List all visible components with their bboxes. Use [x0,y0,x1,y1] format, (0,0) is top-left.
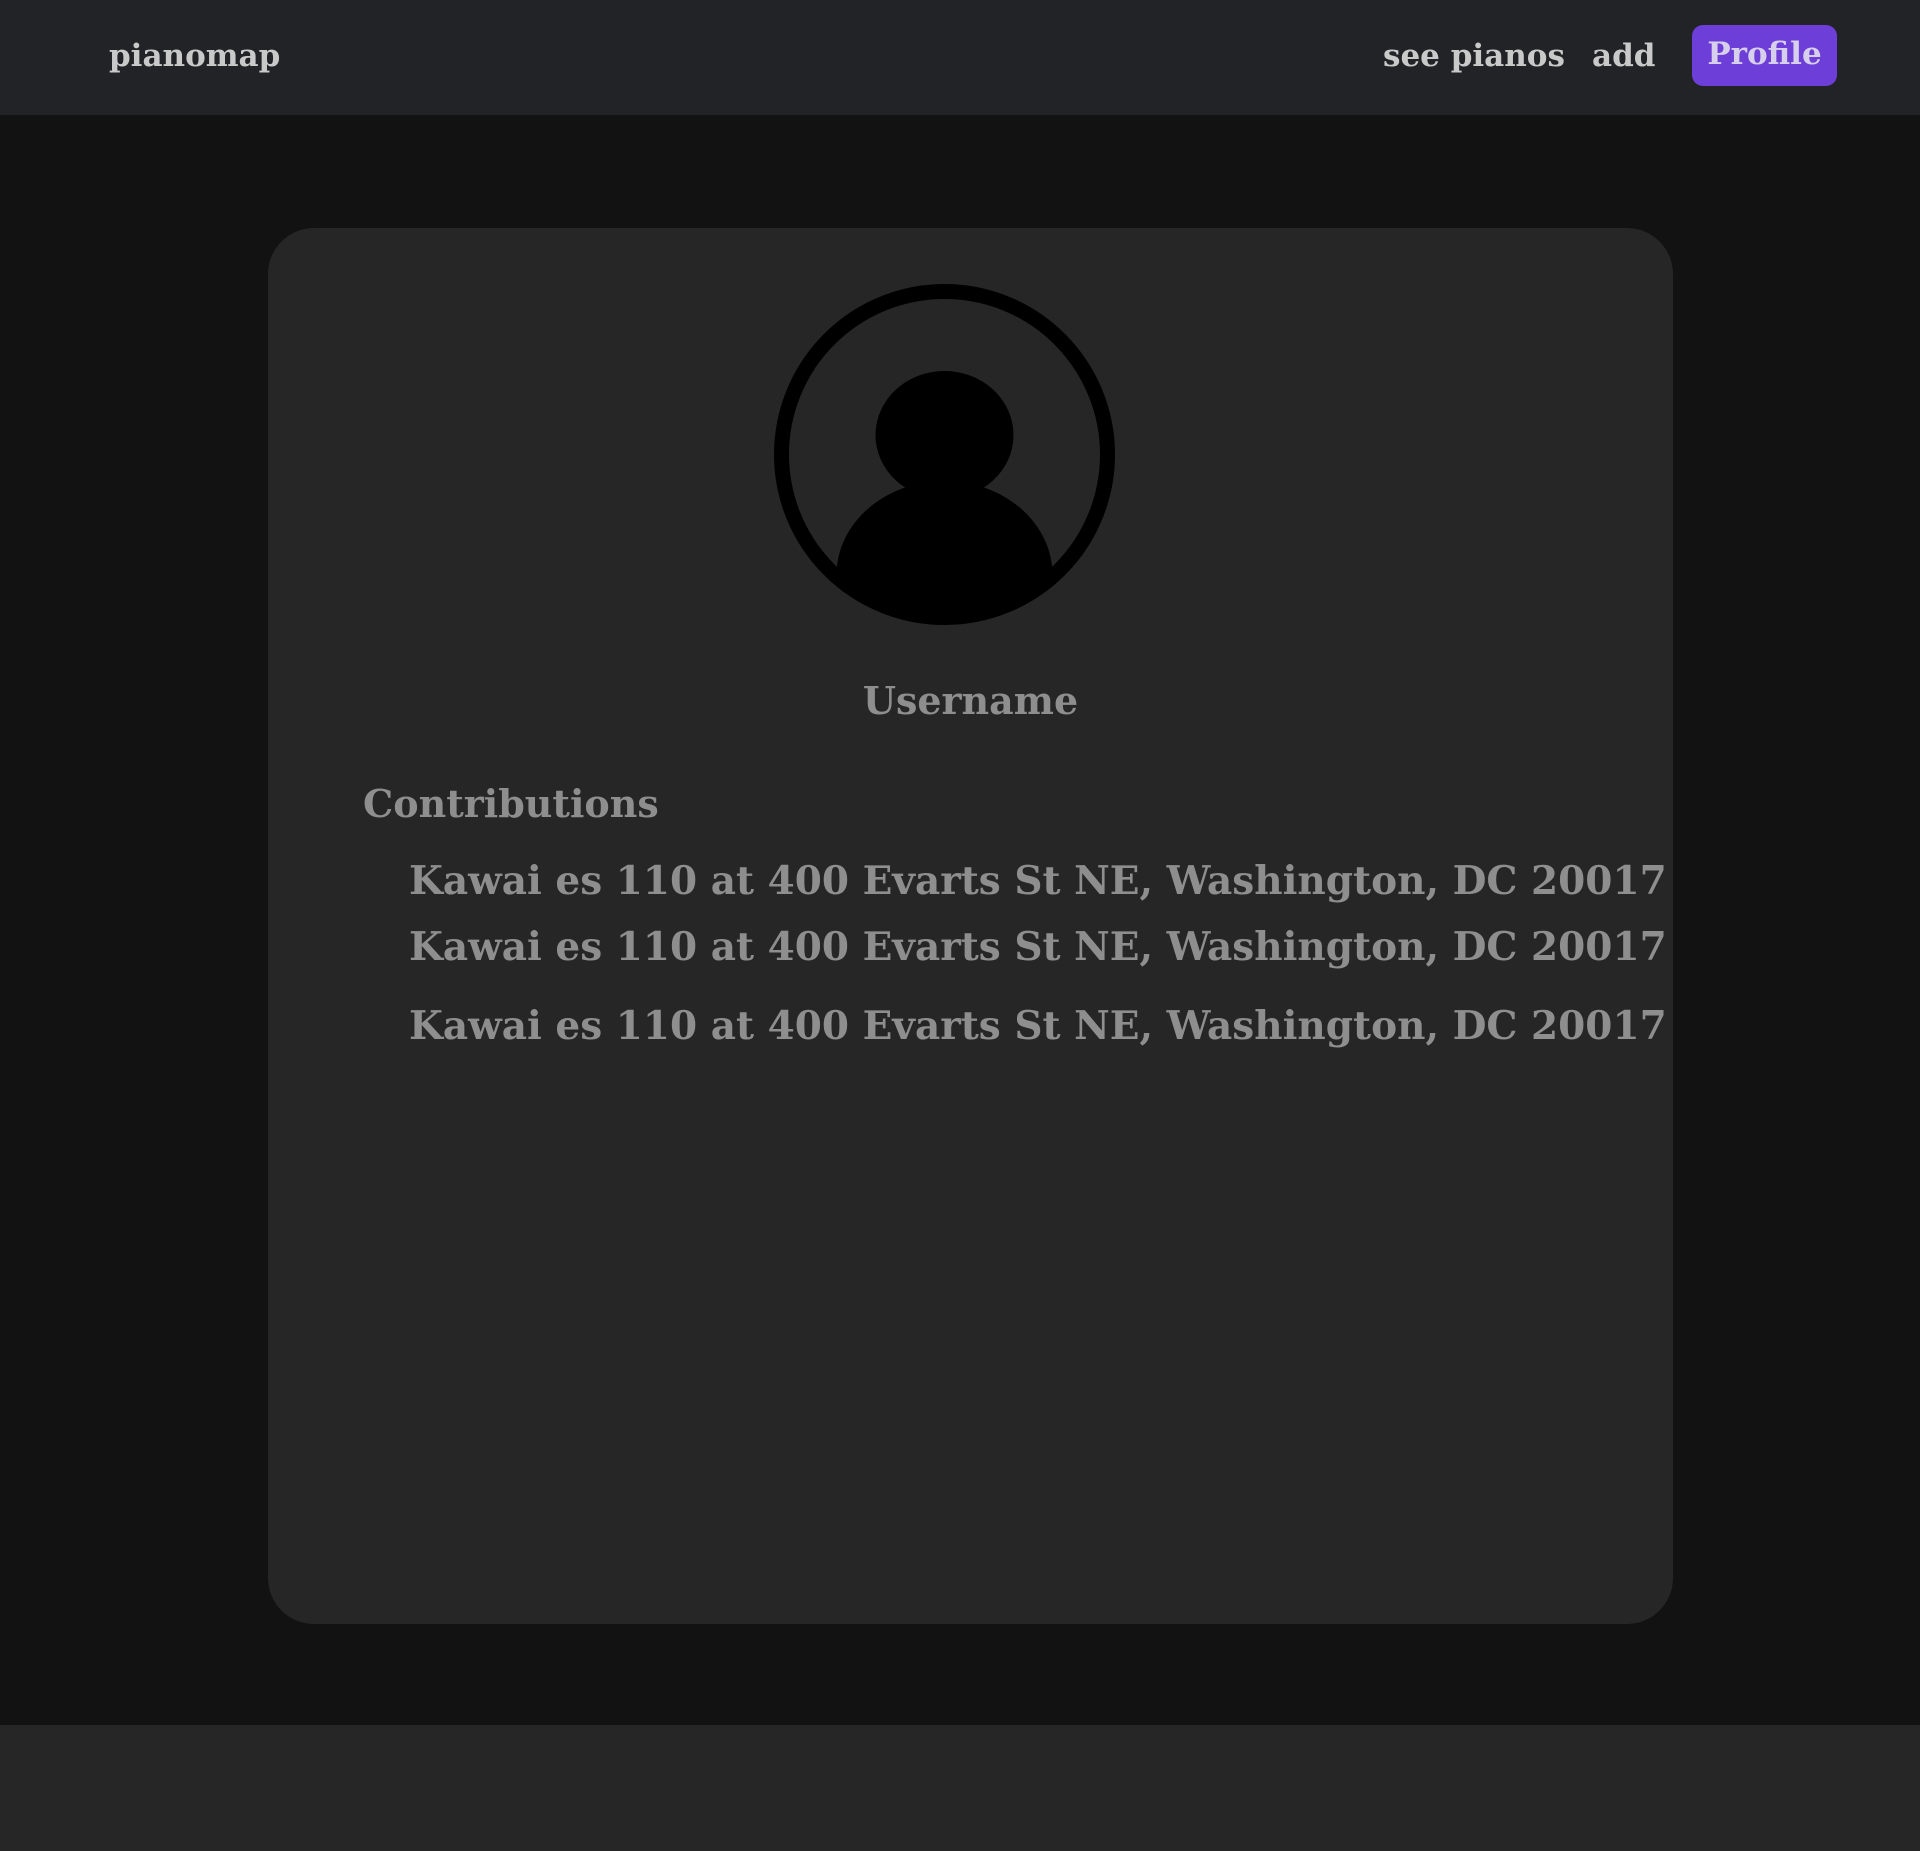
user-avatar-icon [774,284,1115,625]
footer [0,1725,1920,1851]
profile-button[interactable]: Profile [1692,25,1837,86]
profile-card: Username Contributions Kawai es 110 at 4… [268,228,1673,1624]
see-pianos-link[interactable]: see pianos [1383,38,1565,74]
contribution-item[interactable]: Kawai es 110 at 400 Evarts St NE, Washin… [409,1003,1667,1049]
contribution-item[interactable]: Kawai es 110 at 400 Evarts St NE, Washin… [409,858,1667,904]
contribution-item[interactable]: Kawai es 110 at 400 Evarts St NE, Washin… [409,924,1667,970]
add-link[interactable]: add [1592,38,1655,74]
contributions-heading: Contributions [363,781,659,826]
username: Username [862,678,1079,723]
profile-button-label: Profile [1707,35,1822,72]
top-navigation-bar: pianomap see pianos add Profile [0,0,1920,115]
brand-link[interactable]: pianomap [109,38,280,74]
